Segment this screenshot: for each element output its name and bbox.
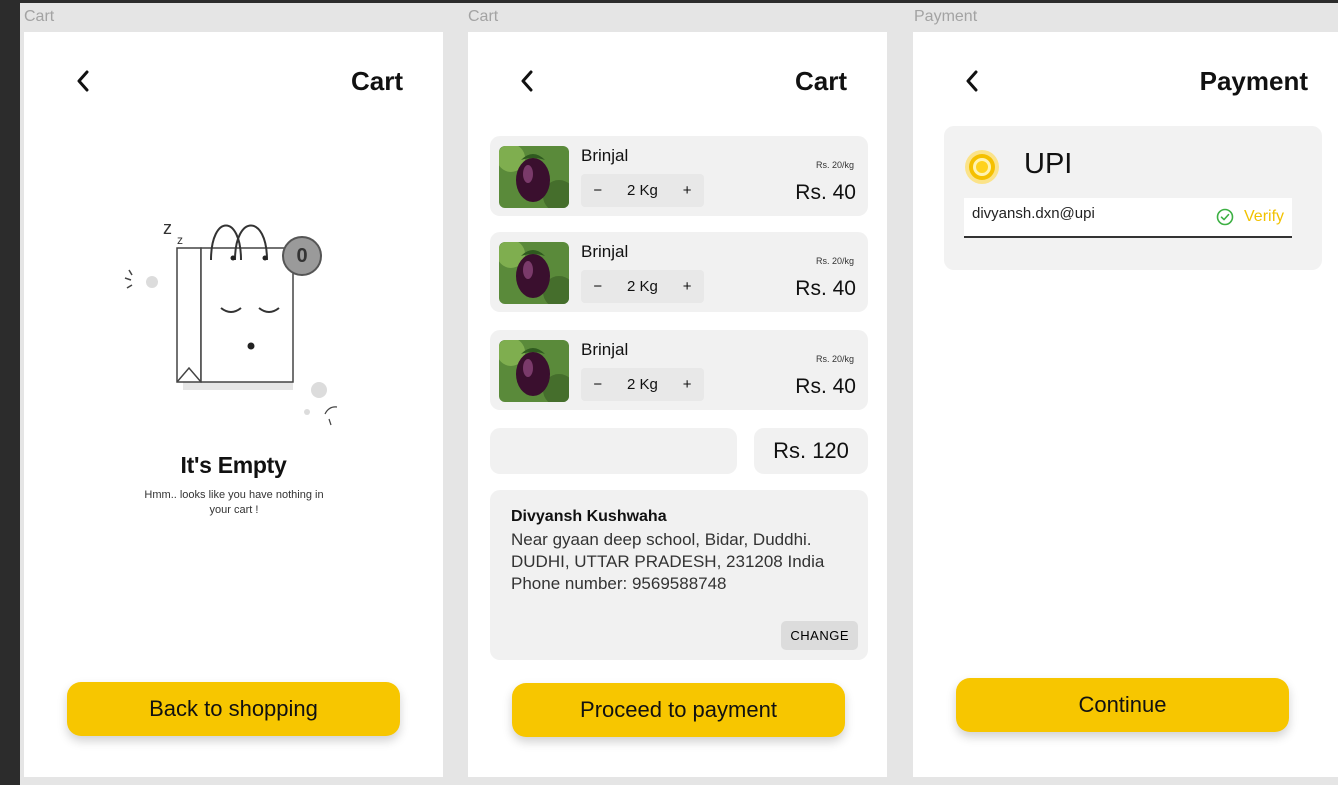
brinjal-image — [499, 340, 569, 402]
plus-icon[interactable]: + — [683, 278, 692, 295]
upi-label: UPI — [1024, 148, 1073, 180]
upi-id-field: Verify — [964, 198, 1292, 238]
item-name: Brinjal — [581, 340, 629, 359]
shopping-bag-illustration: z z — [124, 218, 338, 426]
brinjal-image — [499, 146, 569, 208]
empty-cart-screen: Cart z z 0 It's Empty Hmm.. looks like y… — [24, 32, 443, 777]
plus-icon[interactable]: + — [683, 182, 692, 199]
back-to-shopping-button[interactable]: Back to shopping — [67, 682, 400, 736]
empty-message: Hmm.. looks like you have nothing in you… — [129, 488, 339, 518]
radio-selected-icon[interactable] — [969, 154, 995, 180]
page-title: Cart — [794, 66, 847, 96]
empty-message-line1: Hmm.. looks like you have nothing in — [144, 489, 324, 501]
quantity-value: 2 Kg — [627, 182, 658, 199]
back-arrow-icon[interactable] — [957, 62, 987, 100]
empty-message-line2: your cart ! — [209, 504, 259, 516]
plus-icon[interactable]: + — [683, 376, 692, 393]
frame-label-payment: Payment — [914, 8, 978, 25]
cart-item: Brinjal − 2 Kg + Rs. 20/kg Rs. 40 — [490, 232, 868, 312]
canvas-top-edge — [0, 0, 1338, 3]
address-phone: Phone number: 9569588748 — [511, 574, 727, 593]
svg-text:z: z — [163, 218, 172, 238]
quantity-stepper: − 2 Kg + — [581, 174, 704, 207]
cart-item: Brinjal − 2 Kg + Rs. 20/kg Rs. 40 — [490, 136, 868, 216]
minus-icon[interactable]: − — [593, 182, 602, 199]
proceed-to-payment-button[interactable]: Proceed to payment — [512, 683, 845, 737]
verify-button[interactable]: Verify — [1216, 208, 1284, 226]
payment-screen: Payment UPI Verify Continue — [913, 32, 1338, 777]
item-name: Brinjal — [581, 242, 629, 261]
grand-total: Rs. 120 — [754, 428, 868, 474]
address-line1: Near gyaan deep school, Bidar, Duddhi. — [511, 530, 812, 549]
quantity-stepper: − 2 Kg + — [581, 270, 704, 303]
page-title: Cart — [350, 66, 403, 96]
quantity-value: 2 Kg — [627, 376, 658, 393]
item-total: Rs. 40 — [795, 277, 856, 300]
canvas-left-edge — [0, 0, 20, 785]
quantity-stepper: − 2 Kg + — [581, 368, 704, 401]
cart-screen: Cart Brinjal − 2 Kg + Rs. 20/kg Rs. 40 B… — [468, 32, 887, 777]
address-line2: DUDHI, UTTAR PRADESH, 231208 India — [511, 552, 825, 571]
unit-price: Rs. 20/kg — [815, 256, 854, 266]
empty-summary-box — [490, 428, 737, 474]
delivery-address-card: Divyansh Kushwaha Near gyaan deep school… — [490, 490, 868, 660]
frame-label-cart: Cart — [468, 8, 499, 25]
item-name: Brinjal — [581, 146, 629, 165]
item-total: Rs. 40 — [795, 375, 856, 398]
page-title: Payment — [1199, 66, 1308, 96]
svg-text:z: z — [177, 233, 183, 247]
back-arrow-icon[interactable] — [512, 62, 542, 100]
unit-price: Rs. 20/kg — [815, 160, 854, 170]
upi-payment-option: UPI Verify — [944, 126, 1322, 270]
empty-title: It's Empty — [180, 452, 287, 478]
check-circle-icon — [1216, 208, 1234, 226]
brinjal-image — [499, 242, 569, 304]
back-arrow-icon[interactable] — [68, 62, 98, 100]
address-name: Divyansh Kushwaha — [511, 508, 667, 525]
item-total: Rs. 40 — [795, 181, 856, 204]
verify-label: Verify — [1244, 208, 1285, 225]
cart-item: Brinjal − 2 Kg + Rs. 20/kg Rs. 40 — [490, 330, 868, 410]
change-address-button[interactable]: CHANGE — [781, 621, 858, 650]
quantity-value: 2 Kg — [627, 278, 658, 295]
minus-icon[interactable]: − — [593, 376, 602, 393]
continue-button[interactable]: Continue — [956, 678, 1289, 732]
unit-price: Rs. 20/kg — [815, 354, 854, 364]
minus-icon[interactable]: − — [593, 278, 602, 295]
upi-id-input[interactable] — [970, 204, 1214, 223]
cart-count-badge: 0 — [296, 245, 308, 267]
frame-label-empty-cart: Cart — [24, 8, 55, 25]
